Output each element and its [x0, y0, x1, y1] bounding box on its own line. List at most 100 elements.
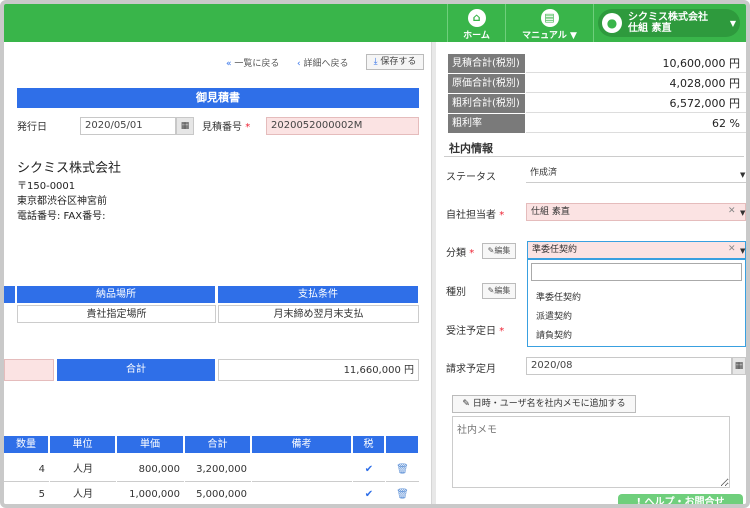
summary-value: 4,028,000 円	[526, 74, 746, 93]
save-button[interactable]: ⤓ 保存する	[366, 54, 424, 70]
status-select[interactable]: 作成済	[526, 165, 746, 183]
user-menu[interactable]: ● シクミス株式会社 仕組 素直 ▼	[593, 4, 746, 42]
download-icon: ⤓	[373, 57, 378, 67]
chevron-left-icon: ‹	[297, 59, 301, 69]
estimate-document-panel: « 一覧に戻る ‹ 詳細へ戻る ⤓ 保存する 御見積書 発行日 2020/05/…	[4, 42, 431, 504]
row-qty[interactable]: 5	[4, 483, 49, 504]
qty-header: 数量	[4, 436, 49, 453]
back-to-detail-link[interactable]: ‹ 詳細へ戻る	[297, 56, 349, 69]
app-window: ⌂ ホーム ▤ マニュアル ▼ ● シクミス株式会社 仕組 素直 ▼ « 一覧に…	[0, 0, 750, 508]
user-pill[interactable]: ● シクミス株式会社 仕組 素直 ▼	[598, 9, 740, 37]
row-total: 5,000,000	[185, 483, 251, 504]
type-label: 種別	[446, 287, 466, 298]
top-navigation-bar: ⌂ ホーム ▤ マニュアル ▼ ● シクミス株式会社 仕組 素直 ▼	[4, 4, 746, 42]
phone-fax: 電話番号: FAX番号:	[17, 211, 106, 222]
delivery-place-value[interactable]: 貴社指定場所	[17, 305, 216, 323]
dropdown-option[interactable]: 準委任契約	[536, 290, 581, 303]
add-memo-stamp-label: 日時・ユーザ名を社内メモに追加する	[472, 399, 626, 409]
chevron-down-icon: ▼	[740, 209, 746, 217]
summary-value: 10,600,000 円	[526, 54, 746, 73]
category-select[interactable]: 準委任契約	[527, 241, 746, 259]
delivery-place-header: 納品場所	[17, 286, 216, 303]
trash-icon[interactable]: 🗑	[386, 483, 419, 504]
delivery-table-header-edge	[4, 286, 16, 303]
summary-label: 見積合計(税別)	[448, 54, 525, 73]
total-label: 合計	[57, 359, 216, 381]
summary-label: 粗利合計(税別)	[448, 94, 525, 113]
clear-icon[interactable]: ✕	[728, 206, 736, 216]
row-unit[interactable]: 人月	[50, 458, 116, 482]
dropdown-search-input[interactable]	[531, 263, 742, 281]
category-label-text: 分類	[446, 248, 466, 259]
owner-label-text: 自社担当者	[446, 210, 496, 221]
category-edit-button[interactable]: ✎編集	[482, 243, 516, 259]
clear-icon[interactable]: ✕	[728, 244, 736, 254]
estimate-number-label-text: 見積番号	[202, 122, 242, 133]
owner-select[interactable]: 仕組 素直	[526, 203, 746, 221]
internal-memo-textarea[interactable]	[452, 416, 730, 488]
row-price[interactable]: 1,000,000	[117, 483, 184, 504]
order-date-label: 受注予定日 *	[446, 326, 505, 337]
calendar-icon[interactable]: ▦	[732, 357, 746, 375]
unit-header: 単位	[50, 436, 116, 453]
nav-home-label: ホーム	[463, 31, 490, 41]
billing-month-input[interactable]: 2020/08	[526, 357, 732, 375]
internal-info-panel: 見積合計(税別) 10,600,000 円 原価合計(税別) 4,028,000…	[436, 42, 746, 508]
section-divider	[444, 156, 744, 157]
nav-home-button[interactable]: ⌂ ホーム	[447, 4, 505, 42]
row-unit[interactable]: 人月	[50, 483, 116, 504]
summary-label: 原価合計(税別)	[448, 74, 525, 93]
edit-label: 編集	[494, 286, 511, 295]
user-name: 仕組 素直	[628, 23, 672, 34]
row-remarks[interactable]	[252, 483, 352, 504]
check-icon[interactable]: ✔	[353, 458, 385, 482]
calendar-icon[interactable]: ▦	[176, 117, 194, 135]
summary-value: 62 %	[526, 114, 746, 133]
user-avatar-icon: ●	[602, 13, 622, 33]
remarks-header: 備考	[252, 436, 352, 453]
owner-label: 自社担当者 *	[446, 210, 505, 221]
issue-date-input[interactable]: 2020/05/01	[80, 117, 176, 135]
chevron-down-icon: ▼	[729, 19, 736, 28]
company-name: シクミス株式会社	[17, 161, 122, 176]
billing-month-label: 請求予定月	[446, 364, 496, 375]
action-header	[386, 436, 419, 453]
company-address: 東京都渋谷区神宮前	[17, 196, 107, 207]
back-to-list-label: 一覧に戻る	[234, 59, 280, 69]
trash-icon[interactable]: 🗑	[386, 458, 419, 482]
pencil-icon: ✎	[462, 399, 470, 409]
book-icon: ▤	[540, 9, 559, 27]
estimate-number-input[interactable]: 2020052000002M	[266, 117, 419, 135]
row-qty[interactable]: 4	[4, 458, 49, 482]
payment-terms-value[interactable]: 月末締め翌月末支払	[218, 305, 419, 323]
save-label: 保存する	[380, 57, 417, 67]
edit-label: 編集	[494, 246, 511, 255]
add-memo-stamp-button[interactable]: ✎ 日時・ユーザ名を社内メモに追加する	[452, 395, 636, 413]
nav-manual-button[interactable]: ▤ マニュアル ▼	[505, 4, 593, 42]
user-company: シクミス株式会社	[628, 12, 708, 23]
help-icon: !	[636, 497, 642, 508]
nav-manual-label: マニュアル ▼	[522, 31, 577, 41]
help-contact-button[interactable]: ! ヘルプ・お問合せ	[618, 494, 743, 508]
status-label: ステータス	[446, 172, 496, 183]
summary-value: 6,572,000 円	[526, 94, 746, 113]
type-edit-button[interactable]: ✎編集	[482, 283, 516, 299]
chevron-down-icon: ▼	[740, 247, 746, 255]
total-left-cell	[4, 359, 54, 381]
dropdown-option[interactable]: 請負契約	[536, 328, 572, 341]
estimate-number-label: 見積番号 *	[202, 122, 251, 133]
dropdown-option[interactable]: 派遣契約	[536, 309, 572, 322]
price-header: 単価	[117, 436, 184, 453]
back-to-list-link[interactable]: « 一覧に戻る	[226, 56, 279, 69]
home-icon: ⌂	[467, 9, 486, 27]
chevron-down-icon: ▼	[740, 171, 746, 179]
issue-date-label: 発行日	[17, 122, 47, 133]
order-date-label-text: 受注予定日	[446, 326, 496, 337]
help-contact-label: ヘルプ・お問合せ	[644, 497, 725, 508]
check-icon[interactable]: ✔	[353, 483, 385, 504]
row-price[interactable]: 800,000	[117, 458, 184, 482]
chevron-left-icon: «	[226, 59, 232, 69]
row-total: 3,200,000	[185, 458, 251, 482]
row-remarks[interactable]	[252, 458, 352, 482]
postal-code: 〒150-0001	[17, 181, 76, 192]
